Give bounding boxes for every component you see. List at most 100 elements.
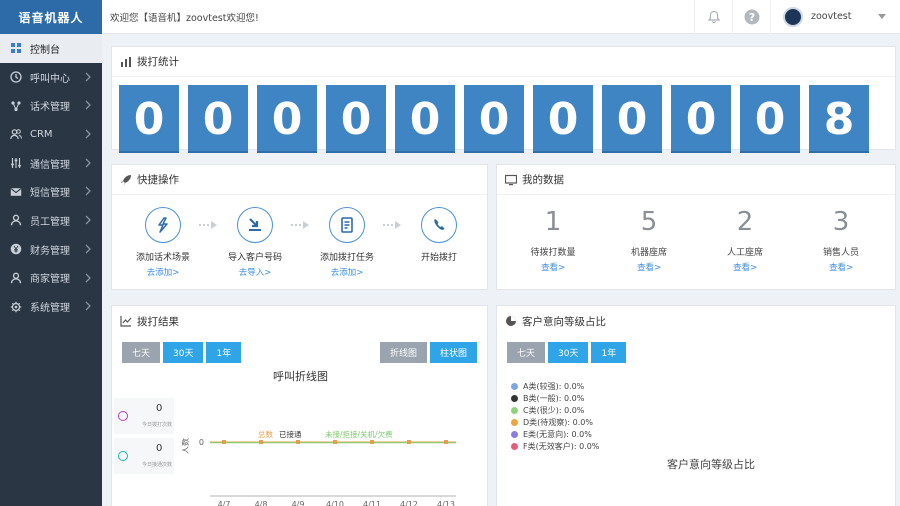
intent-range-1y-button[interactable]: 1年 [591, 342, 627, 363]
notification-bell-icon[interactable] [694, 0, 732, 34]
x-tick-label: 4/7 [218, 500, 231, 506]
intent-legend-item[interactable]: C类(很少): 0.0% [511, 404, 599, 416]
x-tick-label: 4/11 [363, 500, 381, 506]
intent-legend-item[interactable]: D类(待观察): 0.0% [511, 416, 599, 428]
quick-op-2[interactable]: 添加拨打任务 去添加> [312, 207, 382, 278]
data-point-5 [407, 440, 411, 444]
dashboard-icon [9, 41, 23, 55]
user-icon [9, 213, 23, 227]
legend-dot [511, 430, 518, 438]
counter-digit: 8 [809, 85, 869, 153]
sidebar-item-8[interactable]: 商家管理 [0, 264, 102, 293]
my-data-item: 2 人工座席 查看> [697, 207, 793, 273]
chart-view-group: 折线图 柱状图 [379, 342, 477, 363]
sidebar-item-1[interactable]: 呼叫中心 [0, 63, 102, 92]
legend-dot [511, 418, 518, 426]
data-point-3 [333, 440, 337, 444]
sidebar-item-label: 短信管理 [30, 188, 70, 200]
phone-icon[interactable] [421, 207, 457, 243]
clock-icon [9, 70, 23, 84]
intent-range-group: 七天 30天 1年 [507, 342, 627, 363]
intent-legend-item[interactable]: A类(较强): 0.0% [511, 380, 599, 392]
intent-legend-item[interactable]: E类(无意向): 0.0% [511, 428, 599, 440]
intent-legend-item[interactable]: B类(一般): 0.0% [511, 392, 599, 404]
legend-label: F类(无效客户): 0.0% [523, 441, 600, 451]
gear-icon [9, 300, 23, 314]
quick-op-link[interactable]: 去添加> [331, 266, 364, 278]
counter-digit: 0 [671, 85, 731, 153]
my-data-value: 1 [544, 207, 562, 237]
dial-results-card: 拨打结果 七天 30天 1年 折线图 柱状图 呼叫折线图 0 今日拨打次数 0 … [111, 305, 488, 506]
line-chart-icon [120, 315, 132, 327]
line-view-button[interactable]: 折线图 [379, 342, 427, 363]
data-point-4 [370, 440, 374, 444]
user-menu[interactable]: zoovtest [770, 0, 900, 34]
legend-label: C类(很少): 0.0% [523, 405, 585, 415]
sidebar-item-label: 呼叫中心 [30, 73, 70, 85]
rocket-icon [120, 174, 132, 186]
my-data-link[interactable]: 查看> [733, 261, 757, 273]
quick-op-3[interactable]: 开始拨打 [404, 207, 474, 263]
intent-range-7d-button[interactable]: 七天 [507, 342, 546, 363]
help-icon[interactable]: ? [732, 0, 770, 34]
range-1y-button[interactable]: 1年 [206, 342, 242, 363]
sidebar-item-9[interactable]: 系统管理 [0, 292, 102, 321]
chevron-right-icon [85, 186, 91, 196]
welcome-text: 欢迎您【语音机】zoovtest欢迎您! [110, 12, 259, 24]
legend-label: A类(较强): 0.0% [523, 381, 585, 391]
task-icon[interactable] [329, 207, 365, 243]
data-point-6 [444, 440, 448, 444]
my-data-title: 我的数据 [497, 165, 895, 195]
quick-op-link[interactable]: 去添加> [147, 266, 180, 278]
my-data-link[interactable]: 查看> [541, 261, 565, 273]
users-icon [9, 127, 23, 141]
intent-title: 客户意向等级占比 [497, 306, 895, 336]
sidebar-item-5[interactable]: 短信管理 [0, 177, 102, 206]
my-data-value: 5 [640, 207, 658, 237]
sidebar-item-label: CRM [30, 128, 53, 140]
my-data-list: 1 待拨打数量 查看> 5 机器座席 查看> 2 人工座席 查看> 3 销售人员 查看> [497, 195, 895, 273]
intent-chart-title: 客户意向等级占比 [667, 458, 755, 471]
my-data-label: 人工座席 [726, 248, 763, 258]
chevron-right-icon [85, 215, 91, 225]
sidebar-item-4[interactable]: 通信管理 [0, 149, 102, 178]
app-title: 语音机器人 [0, 0, 102, 34]
sidebar-item-6[interactable]: 员工管理 [0, 206, 102, 235]
sidebar-nav: 控制台呼叫中心话术管理 CRM 通信管理短信管理员工管理 财务管理 商家管理 系统管理 [0, 34, 102, 321]
call-line-chart: 人数 0 4/7 4/8 4/9 4/10 4/11 4/12 4/13 总数 已接通 未接/拒接/关… [182, 429, 456, 506]
intent-legend-item[interactable]: F类(无效客户): 0.0% [511, 440, 599, 452]
my-data-card: 我的数据 1 待拨打数量 查看> 5 机器座席 查看> 2 人工座席 查看> 3 销售人员 查看> [496, 164, 896, 290]
dial-counter: 00000000008 [112, 77, 895, 153]
my-data-label: 销售人员 [822, 248, 859, 258]
sidebar-item-0[interactable]: 控制台 [0, 34, 102, 63]
range-30d-button[interactable]: 30天 [163, 342, 204, 363]
legend-label: E类(无意向): 0.0% [523, 429, 592, 439]
x-tick-label: 4/13 [437, 500, 455, 506]
call-chart-title: 呼叫折线图 [273, 370, 328, 383]
series-legend-label: 总数 [258, 429, 273, 439]
intent-range-30d-button[interactable]: 30天 [548, 342, 589, 363]
my-data-link[interactable]: 查看> [637, 261, 661, 273]
dial-stats-title: 拨打统计 [112, 47, 895, 77]
quick-op-1[interactable]: 导入客户号码 去导入> [220, 207, 290, 278]
quick-op-0[interactable]: 添加话术场景 去添加> [128, 207, 198, 278]
sidebar-item-2[interactable]: 话术管理 [0, 91, 102, 120]
y-axis-label: 人数 [182, 438, 190, 454]
chevron-right-icon [85, 100, 91, 110]
y-tick-label: 0 [199, 438, 204, 447]
sidebar-item-7[interactable]: 财务管理 [0, 235, 102, 264]
dial-stats-card: 拨打统计 00000000008 [111, 46, 896, 153]
range-7d-button[interactable]: 七天 [122, 342, 161, 363]
my-data-link[interactable]: 查看> [829, 261, 853, 273]
flash-icon[interactable] [145, 207, 181, 243]
counter-digit: 0 [464, 85, 524, 153]
counter-digit: 0 [257, 85, 317, 153]
bar-view-button[interactable]: 柱状图 [429, 342, 477, 363]
import-icon[interactable] [237, 207, 273, 243]
counter-digit: 0 [188, 85, 248, 153]
data-point-1 [259, 440, 263, 444]
dial-range-group: 七天 30天 1年 [122, 342, 242, 363]
quick-op-link[interactable]: 去导入> [239, 266, 272, 278]
sidebar-item-3[interactable]: CRM [0, 120, 102, 149]
x-tick-label: 4/12 [400, 500, 418, 506]
